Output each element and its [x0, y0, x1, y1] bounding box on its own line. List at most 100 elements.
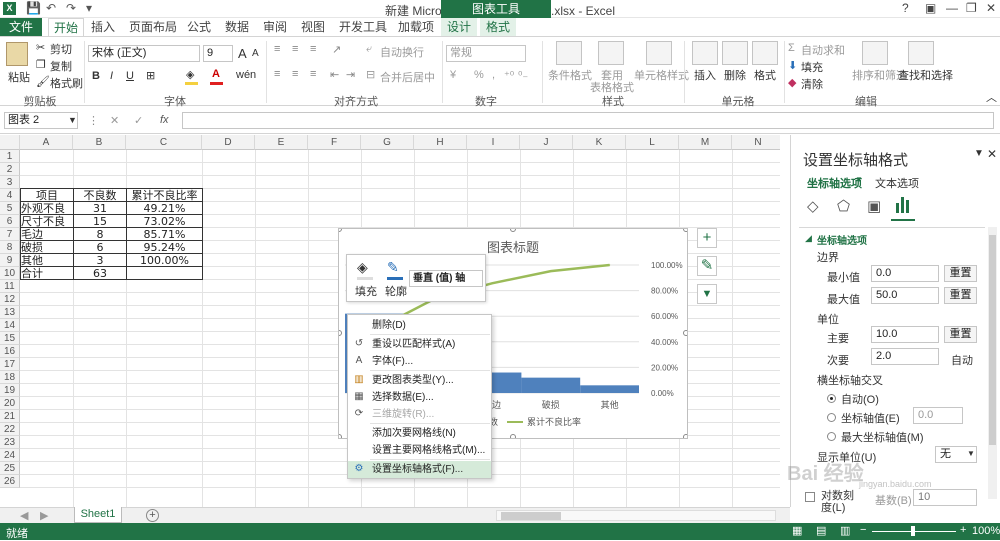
- chart-elements-button[interactable]: +: [697, 228, 717, 248]
- table-cell[interactable]: 95.24%: [126, 240, 203, 254]
- row-header[interactable]: 3: [0, 176, 20, 189]
- copy-icon[interactable]: ❐: [36, 58, 46, 71]
- axis-options-section[interactable]: 坐标轴选项: [817, 232, 867, 247]
- line-point[interactable]: [609, 264, 611, 266]
- resize-handle[interactable]: [683, 434, 688, 439]
- decimal-increase-icon[interactable]: ⁺⁰: [504, 69, 514, 82]
- cell-styles-button[interactable]: 单元格样式: [634, 67, 689, 83]
- row-header[interactable]: 17: [0, 358, 20, 371]
- tab-insert[interactable]: 插入: [86, 18, 120, 36]
- comma-button[interactable]: ,: [492, 69, 495, 81]
- close-window-button[interactable]: ✕: [986, 1, 996, 15]
- bar[interactable]: [580, 385, 639, 393]
- row-header[interactable]: 6: [0, 215, 20, 228]
- row-header[interactable]: 14: [0, 319, 20, 332]
- column-header[interactable]: B: [73, 135, 126, 150]
- format-cells-icon[interactable]: [752, 41, 778, 65]
- row-header[interactable]: 18: [0, 371, 20, 384]
- row-header[interactable]: 21: [0, 410, 20, 423]
- find-select-button[interactable]: 查找和选择: [898, 67, 953, 83]
- column-header[interactable]: L: [626, 135, 679, 150]
- find-select-icon[interactable]: [908, 41, 934, 65]
- major-input[interactable]: 10.0: [871, 326, 939, 343]
- fill-line-icon[interactable]: ◇: [807, 197, 819, 215]
- formula-input[interactable]: [182, 112, 994, 129]
- resize-handle[interactable]: [339, 434, 342, 439]
- max-reset-button[interactable]: 重置: [944, 287, 977, 304]
- align-bottom-icon[interactable]: ≡: [310, 43, 316, 55]
- column-header[interactable]: N: [732, 135, 780, 150]
- row-header[interactable]: 5: [0, 202, 20, 215]
- fill-button[interactable]: 填充: [801, 59, 823, 75]
- row-header[interactable]: 8: [0, 241, 20, 254]
- resize-handle[interactable]: [683, 229, 688, 232]
- column-header[interactable]: K: [573, 135, 626, 150]
- conditional-format-button[interactable]: 条件格式: [548, 67, 592, 83]
- cross-max-radio[interactable]: [827, 432, 836, 441]
- column-header[interactable]: D: [202, 135, 255, 150]
- decimal-decrease-icon[interactable]: ⁰₋: [518, 69, 528, 82]
- context-menu-item[interactable]: ↺ 重设以匹配样式(A): [348, 336, 491, 353]
- tab-formulas[interactable]: 公式: [184, 18, 214, 36]
- format-cells-button[interactable]: 格式: [754, 67, 776, 83]
- row-header[interactable]: 12: [0, 293, 20, 306]
- italic-button[interactable]: I: [110, 70, 113, 82]
- border-icon[interactable]: ⊞: [146, 69, 155, 82]
- row-header[interactable]: 16: [0, 345, 20, 358]
- restore-button[interactable]: ❐: [966, 1, 977, 15]
- clear-button[interactable]: 清除: [801, 76, 823, 92]
- minor-input[interactable]: 2.0: [871, 348, 939, 365]
- chart-filter-button[interactable]: ▼: [697, 284, 717, 304]
- fill-color-icon[interactable]: ◈: [186, 68, 194, 81]
- tab-view[interactable]: 视图: [298, 18, 328, 36]
- percent-button[interactable]: %: [474, 69, 484, 81]
- zoom-out-button[interactable]: −: [860, 524, 866, 536]
- display-units-dropdown-icon[interactable]: ▼: [967, 449, 975, 458]
- row-header[interactable]: 22: [0, 423, 20, 436]
- row-header[interactable]: 23: [0, 436, 20, 449]
- table-cell[interactable]: 63: [73, 266, 127, 280]
- wrap-text-button[interactable]: 自动换行: [380, 44, 424, 60]
- font-size-combo[interactable]: 9: [203, 45, 233, 62]
- cut-icon[interactable]: ✂: [36, 41, 45, 54]
- grow-font-button[interactable]: A: [238, 46, 247, 61]
- tab-file[interactable]: 文件: [0, 18, 42, 36]
- row-header[interactable]: 2: [0, 163, 20, 176]
- tab-addins[interactable]: 加载项: [396, 18, 436, 36]
- table-header-cell[interactable]: 累计不良比率: [126, 188, 203, 202]
- row-header[interactable]: 1: [0, 150, 20, 163]
- insert-cells-icon[interactable]: [692, 41, 718, 65]
- context-menu-item[interactable]: 删除(D): [348, 317, 491, 334]
- add-sheet-button[interactable]: +: [146, 509, 159, 522]
- resize-handle[interactable]: [510, 229, 516, 232]
- autosum-icon[interactable]: Σ: [788, 42, 795, 54]
- table-header-cell[interactable]: 项目: [20, 188, 74, 202]
- column-header[interactable]: I: [467, 135, 520, 150]
- table-cell[interactable]: 6: [73, 240, 127, 254]
- zoom-level[interactable]: 100%: [972, 525, 1000, 537]
- resize-handle[interactable]: [339, 229, 342, 232]
- bar[interactable]: [521, 377, 581, 393]
- effects-icon[interactable]: ⬠: [837, 197, 850, 215]
- cancel-formula-button[interactable]: ✕: [110, 114, 119, 127]
- cross-value-input[interactable]: 0.0: [913, 407, 963, 424]
- column-header[interactable]: J: [520, 135, 573, 150]
- pane-options-icon[interactable]: ▼: [974, 148, 984, 159]
- delete-cells-icon[interactable]: [722, 41, 748, 65]
- align-right-icon[interactable]: ≡: [310, 68, 316, 80]
- format-painter-icon[interactable]: 🖌: [36, 75, 50, 88]
- select-all-corner[interactable]: [0, 135, 20, 150]
- ribbon-display-icon[interactable]: ▣: [925, 1, 936, 15]
- wrap-text-icon[interactable]: ⤶: [366, 43, 372, 56]
- tab-review[interactable]: 审阅: [260, 18, 290, 36]
- pane-scrollbar-thumb[interactable]: [989, 235, 996, 445]
- row-header[interactable]: 19: [0, 384, 20, 397]
- insert-cells-button[interactable]: 插入: [694, 67, 716, 83]
- align-left-icon[interactable]: ≡: [274, 68, 280, 80]
- legend-line-label[interactable]: 累计不良比率: [527, 416, 581, 428]
- zoom-in-button[interactable]: +: [960, 524, 966, 536]
- table-cell[interactable]: 破损: [20, 240, 74, 254]
- merge-center-button[interactable]: 合并后居中: [380, 69, 435, 85]
- autosum-button[interactable]: 自动求和: [801, 42, 845, 58]
- indent-increase-icon[interactable]: ⇥: [346, 68, 355, 81]
